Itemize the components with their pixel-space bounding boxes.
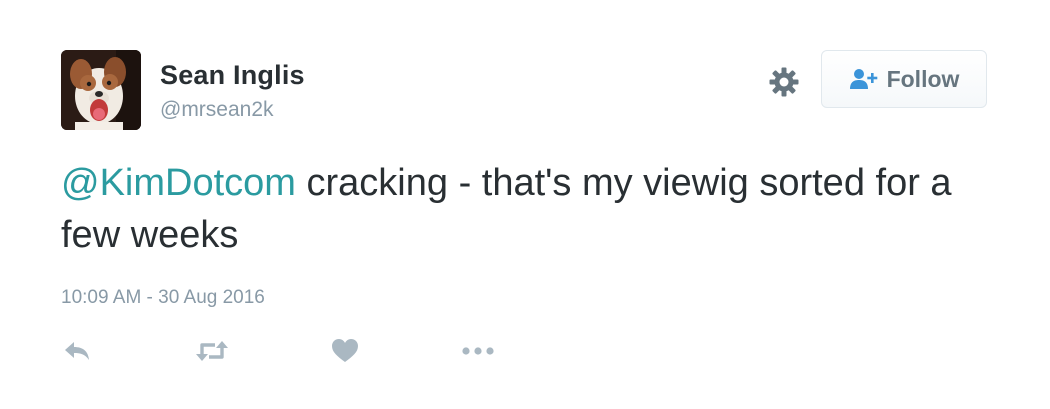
gear-icon[interactable] — [768, 66, 800, 98]
follow-label: Follow — [886, 65, 960, 92]
add-user-icon — [849, 69, 877, 89]
reply-icon[interactable] — [63, 338, 91, 364]
avatar[interactable] — [61, 50, 141, 130]
retweet-icon[interactable] — [195, 338, 229, 364]
tweet-timestamp[interactable]: 10:09 AM - 30 Aug 2016 — [61, 287, 265, 309]
user-handle[interactable]: @mrsean2k — [160, 98, 274, 122]
tweet-text: @KimDotcom cracking - that's my viewig s… — [61, 157, 1001, 261]
user-name[interactable]: Sean Inglis — [160, 60, 305, 91]
follow-button[interactable]: Follow — [821, 50, 987, 108]
more-icon[interactable] — [461, 338, 495, 364]
mention-link[interactable]: @KimDotcom — [61, 162, 296, 204]
like-icon[interactable] — [331, 338, 359, 364]
tweet-card: Sean Inglis @mrsean2k Follow @KimDotcom — [0, 0, 1050, 409]
